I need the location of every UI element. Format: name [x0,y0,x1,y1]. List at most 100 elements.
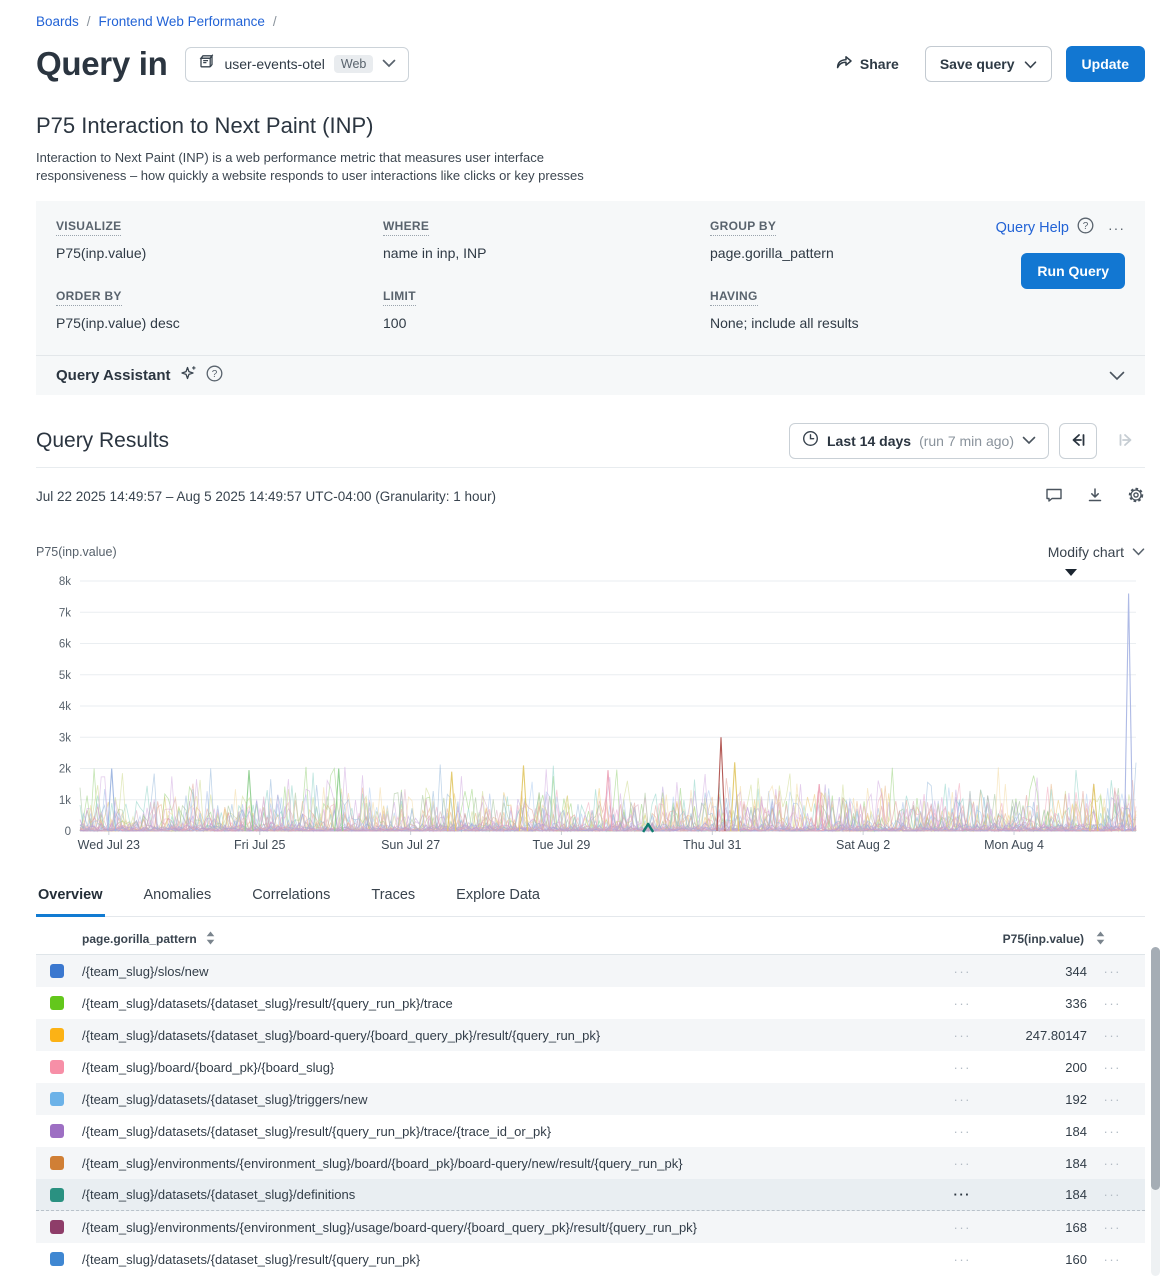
tab-correlations[interactable]: Correlations [250,881,332,917]
update-button[interactable]: Update [1066,46,1145,82]
series-color-swatch[interactable] [50,1188,64,1202]
download-button[interactable] [1087,487,1103,506]
table-row[interactable]: /{team_slug}/datasets/{dataset_slug}/boa… [36,1019,1145,1051]
row-pattern-text: /{team_slug}/datasets/{dataset_slug}/boa… [82,1028,600,1043]
row-actions-menu[interactable]: ··· [1087,1060,1145,1075]
modify-chart-dropdown[interactable]: Modify chart [1048,543,1145,561]
row-actions-menu[interactable]: ··· [1087,1028,1145,1043]
query-builder-side: Query Help ? ··· Run Query [975,217,1125,331]
query-page: Boards / Frontend Web Performance / Quer… [0,0,1163,1276]
series-color-swatch[interactable] [50,996,64,1010]
limit-value[interactable]: 100 [383,315,710,331]
save-query-button[interactable]: Save query [925,46,1052,82]
chevron-down-icon [382,55,396,73]
where-field[interactable]: WHERE name in inp, INP [383,217,710,261]
limit-field[interactable]: LIMIT 100 [383,287,710,331]
time-range-dropdown[interactable]: Last 14 days (run 7 min ago) [789,423,1049,459]
breadcrumb-boards-link[interactable]: Boards [36,14,79,29]
settings-button[interactable] [1127,486,1145,507]
table-row[interactable]: /{team_slug}/environments/{environment_s… [36,1211,1145,1243]
chart-resize-handle[interactable] [1065,569,1077,576]
row-actions-menu[interactable]: ··· [1087,1156,1145,1171]
row-actions-menu[interactable]: ··· [1087,1187,1145,1202]
tab-anomalies[interactable]: Anomalies [142,881,214,917]
row-pattern-text: /{team_slug}/slos/new [82,964,208,979]
row-overflow-menu[interactable]: ··· [937,996,971,1011]
history-forward-button[interactable] [1107,423,1145,459]
assistant-expand-chevron-icon[interactable] [1109,371,1125,381]
row-pattern-text: /{team_slug}/datasets/{dataset_slug}/tri… [82,1092,367,1107]
row-actions-menu[interactable]: ··· [1087,1124,1145,1139]
row-overflow-menu[interactable]: ··· [937,1156,971,1171]
chart-series-label: P75(inp.value) [36,545,117,559]
series-color-swatch[interactable] [50,1028,64,1042]
results-table-body: /{team_slug}/slos/new···344···/{team_slu… [36,955,1145,1275]
row-overflow-menu[interactable]: ··· [937,1124,971,1139]
sort-icon[interactable] [206,931,215,948]
group-by-field[interactable]: GROUP BY page.gorilla_pattern [710,217,975,261]
series-color-swatch[interactable] [50,964,64,978]
row-actions-menu[interactable]: ··· [1087,1092,1145,1107]
having-value[interactable]: None; include all results [710,315,975,331]
row-actions-menu[interactable]: ··· [1087,964,1145,979]
series-color-swatch[interactable] [50,1092,64,1106]
tab-traces[interactable]: Traces [369,881,417,917]
results-chart[interactable]: 01k2k3k4k5k6k7k8kWed Jul 23Fri Jul 25Sun… [36,575,1145,853]
table-row[interactable]: /{team_slug}/datasets/{dataset_slug}/res… [36,1243,1145,1275]
comment-button[interactable] [1045,487,1063,506]
series-color-swatch[interactable] [50,1252,64,1266]
run-query-button[interactable]: Run Query [1021,253,1125,289]
row-actions-menu[interactable]: ··· [1087,996,1145,1011]
visualize-field[interactable]: VISUALIZE P75(inp.value) [56,217,383,261]
table-row[interactable]: /{team_slug}/board/{board_pk}/{board_slu… [36,1051,1145,1083]
row-overflow-menu[interactable]: ··· [937,1028,971,1043]
row-overflow-menu[interactable]: ··· [937,1092,971,1107]
query-assistant-bar[interactable]: Query Assistant ? [36,355,1145,395]
column-header-value[interactable]: P75(inp.value) [1003,931,1145,948]
series-color-swatch[interactable] [50,1060,64,1074]
row-overflow-menu[interactable]: ··· [937,964,971,979]
page-header: Query in user-events-otel Web [36,42,1145,86]
table-row[interactable]: /{team_slug}/datasets/{dataset_slug}/res… [36,1115,1145,1147]
share-button[interactable]: Share [836,55,899,73]
help-circle-icon[interactable]: ? [206,365,223,387]
row-overflow-menu[interactable]: ··· [937,1187,971,1202]
visualize-value[interactable]: P75(inp.value) [56,245,383,261]
series-color-swatch[interactable] [50,1156,64,1170]
dataset-name: user-events-otel [224,56,324,72]
history-back-button[interactable] [1059,423,1097,459]
row-actions-menu[interactable]: ··· [1087,1220,1145,1235]
table-row[interactable]: /{team_slug}/datasets/{dataset_slug}/tri… [36,1083,1145,1115]
order-by-value[interactable]: P75(inp.value) desc [56,315,383,331]
group-by-value[interactable]: page.gorilla_pattern [710,245,975,261]
order-by-field[interactable]: ORDER BY P75(inp.value) desc [56,287,383,331]
row-value: 184 [971,1156,1087,1171]
row-overflow-menu[interactable]: ··· [937,1252,971,1267]
having-field[interactable]: HAVING None; include all results [710,287,975,331]
where-value[interactable]: name in inp, INP [383,245,710,261]
builder-overflow-menu[interactable]: ··· [1108,220,1125,236]
column-header-pattern[interactable]: page.gorilla_pattern [82,931,215,948]
query-help-link[interactable]: Query Help [996,220,1069,236]
row-overflow-menu[interactable]: ··· [937,1220,971,1235]
chevron-down-icon [1132,543,1145,561]
scrollbar-track[interactable] [1151,947,1160,1276]
help-circle-icon[interactable]: ? [1077,217,1094,239]
download-icon [1087,487,1103,506]
series-color-swatch[interactable] [50,1220,64,1234]
tab-explore-data[interactable]: Explore Data [454,881,542,917]
svg-text:2k: 2k [59,764,71,776]
sort-icon[interactable] [1096,931,1105,948]
tab-overview[interactable]: Overview [36,881,105,917]
table-row[interactable]: /{team_slug}/environments/{environment_s… [36,1147,1145,1179]
table-row[interactable]: /{team_slug}/datasets/{dataset_slug}/res… [36,987,1145,1019]
series-color-swatch[interactable] [50,1124,64,1138]
table-row[interactable]: /{team_slug}/slos/new···344··· [36,955,1145,987]
dataset-selector[interactable]: user-events-otel Web [185,47,409,82]
results-chart-svg: 01k2k3k4k5k6k7k8kWed Jul 23Fri Jul 25Sun… [36,575,1145,853]
row-overflow-menu[interactable]: ··· [937,1060,971,1075]
scrollbar-thumb[interactable] [1151,947,1160,1190]
row-actions-menu[interactable]: ··· [1087,1252,1145,1267]
table-row[interactable]: /{team_slug}/datasets/{dataset_slug}/def… [36,1179,1145,1211]
breadcrumb-board-link[interactable]: Frontend Web Performance [99,14,265,29]
